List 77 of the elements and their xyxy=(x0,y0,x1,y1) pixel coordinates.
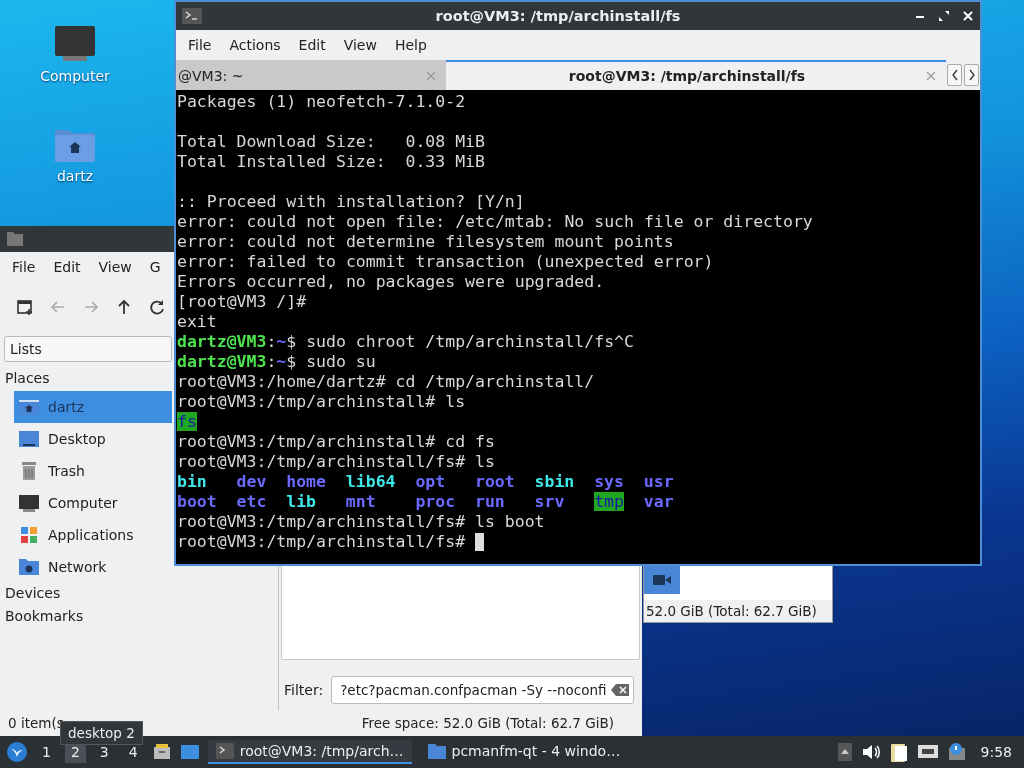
file-manager-icon[interactable] xyxy=(151,742,172,762)
network-folder-icon xyxy=(18,557,40,577)
monitor-icon[interactable] xyxy=(53,24,97,64)
video-camera-icon xyxy=(653,574,671,586)
terminal-line: Packages (1) neofetch-7.1.0-2 xyxy=(177,92,467,112)
terminal-icon xyxy=(215,743,234,759)
menu-item[interactable]: Edit xyxy=(289,35,335,55)
sidebar-item[interactable]: Network xyxy=(14,551,172,583)
terminal-line: :: Proceed with installation? [Y/n] xyxy=(177,192,526,212)
view-dropdown[interactable]: Lists xyxy=(4,336,172,362)
terminal-line: Errors occurred, no packages were upgraded. xyxy=(177,272,606,292)
folder-icon xyxy=(7,232,23,246)
terminal-line: Total Download Size: 0.08 MiB xyxy=(177,132,486,152)
menu-item[interactable]: G xyxy=(140,257,170,277)
task-button[interactable]: pcmanfm-qt - 4 windo… xyxy=(419,740,629,764)
terminal-line: dartz@VM3:~$ sudo chroot /tmp/archinstall/fs^C xyxy=(177,332,635,352)
terminal-line: Total Installed Size: 0.33 MiB xyxy=(177,152,486,172)
sidebar-item[interactable]: Trash xyxy=(14,455,172,487)
clock[interactable]: 9:58 xyxy=(980,744,1012,760)
terminal-line: root@VM3:/tmp/archinstall/fs# ls boot xyxy=(177,512,546,532)
chevron-left-icon xyxy=(950,68,959,82)
desktop-icon xyxy=(18,429,40,449)
menu-item[interactable]: View xyxy=(89,257,141,277)
terminal-icon xyxy=(182,8,202,24)
folder-icon xyxy=(427,743,446,759)
monitor-icon xyxy=(18,493,40,513)
menu-item[interactable]: File xyxy=(179,35,221,55)
window-title: root@VM3: /tmp/archinstall/fs xyxy=(434,8,682,24)
menu-item[interactable]: Actions xyxy=(220,35,290,55)
filter-label: Filter: xyxy=(284,682,324,698)
chevron-right-icon xyxy=(967,68,976,82)
speaker-icon[interactable] xyxy=(860,742,881,762)
terminal-line: error: could not open file: /etc/mtab: No such file or directory xyxy=(177,212,814,232)
tooltip: desktop 2 xyxy=(60,721,143,745)
menu-item[interactable]: File xyxy=(3,257,45,277)
scroll-left-button[interactable] xyxy=(947,64,962,86)
sidebar-item[interactable]: Applications xyxy=(14,519,172,551)
menu-item[interactable]: Edit xyxy=(44,257,90,277)
section-header[interactable]: Bookmarks xyxy=(0,606,89,629)
terminal-line: root@VM3:/tmp/archinstall/fs# xyxy=(177,532,979,552)
file-tile[interactable] xyxy=(644,566,680,594)
desktop-icon[interactable] xyxy=(179,742,200,762)
menu-item[interactable]: Help xyxy=(385,35,436,55)
section-header[interactable]: Devices xyxy=(0,583,66,606)
terminal-tab[interactable]: @VM3: ~ xyxy=(176,60,446,90)
terminal-line: boot etc lib mnt proc run srv tmp var xyxy=(177,492,675,512)
clipboard-icon[interactable] xyxy=(888,741,909,763)
terminal-line: root@VM3:/home/dartz# cd /tmp/archinstall/ xyxy=(177,372,596,392)
terminal-line: dartz@VM3:~$ sudo su xyxy=(177,352,377,372)
terminal-line: root@VM3:/tmp/archinstall# ls xyxy=(177,392,467,412)
terminal-line: error: failed to commit transaction (unexpected error) xyxy=(177,252,715,272)
task-button[interactable]: root@VM3: /tmp/arch… xyxy=(207,740,412,764)
status-text: 52.0 GiB (Total: 62.7 GiB) xyxy=(644,600,832,622)
reload-icon[interactable] xyxy=(148,298,166,316)
workspace-button[interactable]: 1 xyxy=(36,741,57,763)
scroll-right-button[interactable] xyxy=(964,64,979,86)
bird-logo-icon[interactable] xyxy=(6,741,28,763)
terminal-line: [root@VM3 /]# xyxy=(177,292,308,312)
free-space-text: Free space: 52.0 GiB (Total: 62.7 GiB) xyxy=(361,715,614,731)
section-header[interactable]: Places xyxy=(0,368,55,391)
filter-field[interactable]: ?etc?pacman.confpacman -Sy --noconfi xyxy=(331,676,634,704)
home-folder-icon xyxy=(18,397,40,417)
terminal-line: root@VM3:/tmp/archinstall# cd fs xyxy=(177,432,496,452)
apps-grid-icon xyxy=(18,525,40,545)
sidebar-item[interactable]: Desktop xyxy=(14,423,172,455)
terminal-line: root@VM3:/tmp/archinstall/fs# ls xyxy=(177,452,496,472)
sidebar-item[interactable]: Computer xyxy=(14,487,172,519)
terminal-line: bin dev home lib64 opt root sbin sys usr xyxy=(177,472,675,492)
terminal-line: exit xyxy=(177,312,218,332)
notification-icon[interactable] xyxy=(946,742,967,762)
maximize-icon[interactable] xyxy=(938,10,950,22)
clear-icon[interactable] xyxy=(611,684,629,696)
close-icon[interactable] xyxy=(962,10,974,22)
terminal-line: error: could not determine filesystem mount points xyxy=(177,232,675,252)
menu-item[interactable]: View xyxy=(334,35,386,55)
sidebar-item[interactable]: dartz xyxy=(14,391,172,423)
new-tab-icon[interactable] xyxy=(16,298,34,316)
